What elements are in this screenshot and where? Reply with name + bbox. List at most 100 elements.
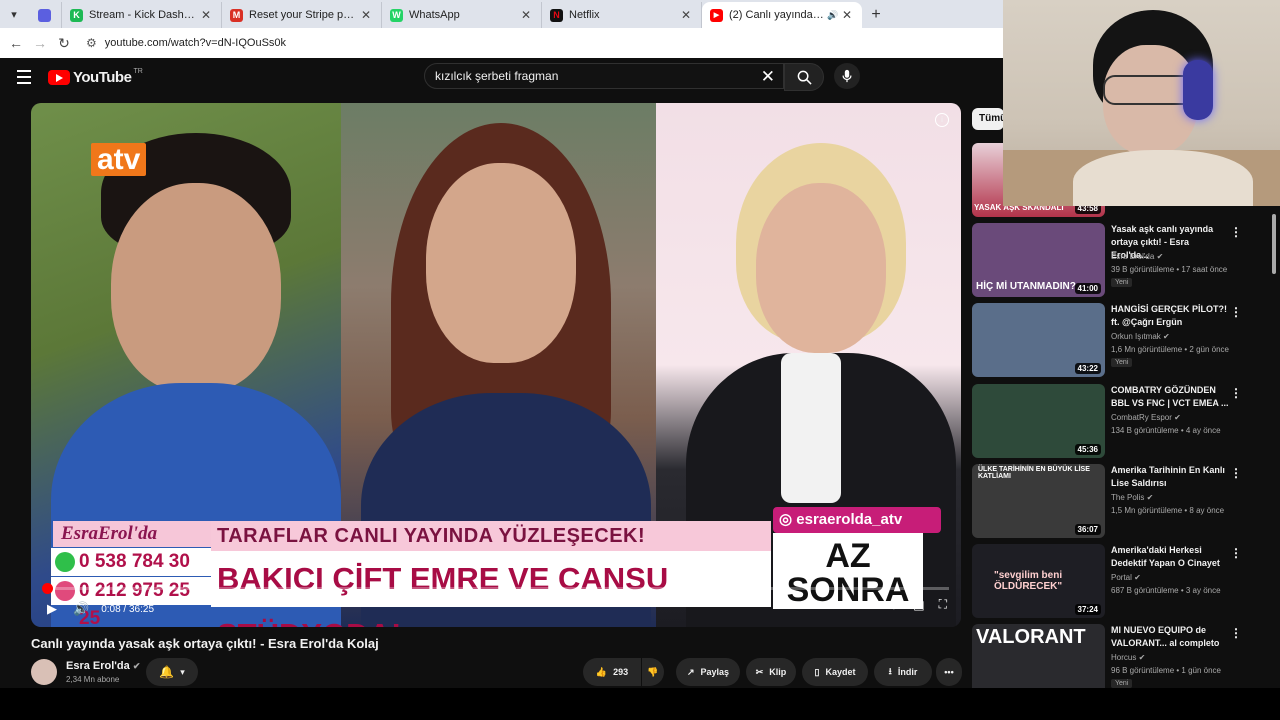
miniplayer-icon[interactable]: ▣: [913, 598, 924, 612]
tab-search-icon[interactable]: ▾: [0, 0, 28, 28]
more-vertical-icon[interactable]: ⋮: [1230, 626, 1242, 640]
close-icon[interactable]: ✕: [840, 8, 854, 22]
kick-icon: K: [70, 8, 83, 22]
tab-gmail[interactable]: M Reset your Stripe password - n ✕: [222, 2, 382, 28]
thumbs-up-icon: 👍: [595, 666, 608, 677]
fullscreen-icon[interactable]: ⛶: [939, 597, 947, 612]
voice-search-button[interactable]: [834, 63, 860, 89]
sidebar-item[interactable]: HİÇ Mİ UTANMADIN? 41:00 Yasak aşk canlı …: [972, 223, 1262, 299]
more-actions-button[interactable]: •••: [936, 658, 962, 686]
app-icon: [38, 8, 51, 22]
youtube-logo[interactable]: YouTube TR: [48, 68, 143, 86]
share-icon: ↗: [686, 666, 695, 677]
share-button[interactable]: ↗ Paylaş: [676, 658, 740, 686]
video-meta: 134 B görüntüleme • 4 ay önce: [1111, 426, 1221, 435]
sidebar-item[interactable]: 45:36 COMBATRY GÖZÜNDEN BBL VS FNC | VCT…: [972, 384, 1262, 460]
video-title[interactable]: HANGİSİ GERÇEK PİLOT?! ft. @Çağrı Ergün: [1111, 303, 1229, 329]
scissors-icon: ✂: [755, 666, 764, 677]
sidebar-item[interactable]: ÜLKE TARİHİNİN EN BÜYÜK LİSE KATLİAMI 36…: [972, 464, 1262, 540]
more-vertical-icon[interactable]: ⋮: [1230, 225, 1242, 239]
gmail-icon: M: [230, 8, 243, 22]
notification-button[interactable]: 🔔 ▾: [146, 658, 198, 686]
autoplay-icon[interactable]: ⏵: [843, 597, 849, 612]
speaker-icon[interactable]: 🔊: [826, 10, 840, 21]
save-button[interactable]: ▯ Kaydet: [802, 658, 868, 686]
reload-icon[interactable]: ↻: [52, 35, 76, 52]
filter-chip-all[interactable]: Tümü: [972, 108, 1004, 130]
video-title[interactable]: Amerika'daki Herkesi Dedektif Yapan O Ci…: [1111, 544, 1229, 570]
video-title[interactable]: Amerika Tarihinin En Kanlı Lise Saldırıs…: [1111, 464, 1229, 490]
video-title: Canlı yayında yasak aşk ortaya çıktı! - …: [31, 636, 379, 651]
progress-bar[interactable]: [42, 583, 949, 594]
dislike-button[interactable]: 👎: [642, 658, 664, 686]
more-vertical-icon[interactable]: ⋮: [1230, 386, 1242, 400]
time-display: 0:08 / 36:25: [101, 603, 155, 615]
close-icon[interactable]: ✕: [359, 8, 373, 22]
tab-whatsapp[interactable]: W WhatsApp ✕: [382, 2, 542, 28]
search-button[interactable]: [784, 63, 824, 91]
whatsapp-icon: [55, 552, 75, 572]
like-button[interactable]: 👍 293: [583, 658, 641, 686]
volume-icon[interactable]: 🔊: [73, 601, 89, 617]
more-vertical-icon[interactable]: ⋮: [1230, 305, 1242, 319]
search-icon: [797, 70, 812, 85]
video-meta: 96 B görüntüleme • 1 gün önce: [1111, 666, 1221, 675]
clip-button[interactable]: ✂ Klip: [746, 658, 796, 686]
banner-show-name: EsraErol'da: [53, 521, 211, 547]
channel-name[interactable]: The Polis ✔: [1111, 493, 1153, 502]
banner-headline: TARAFLAR CANLI YAYINDA YÜZLEŞECEK!: [211, 521, 771, 551]
close-icon[interactable]: ✕: [519, 8, 533, 22]
search-input[interactable]: kızılcık şerbeti fragman ✕: [424, 63, 784, 89]
channel-name[interactable]: Esra Erol'da ✔: [1111, 252, 1163, 261]
verified-icon: ✔: [1146, 493, 1154, 502]
sidebar-item[interactable]: "sevgilim beni ÖLDÜRECEK" 37:24 Amerika'…: [972, 544, 1262, 620]
info-icon[interactable]: i: [935, 113, 949, 127]
channel-avatar[interactable]: [31, 659, 57, 685]
channel-name[interactable]: Esra Erol'da ✔: [66, 660, 140, 672]
sidebar-scrollbar[interactable]: [1270, 206, 1278, 686]
site-settings-icon[interactable]: ⚙: [86, 36, 97, 50]
person-shirt: [781, 353, 841, 503]
forward-icon[interactable]: →: [28, 35, 52, 51]
channel-name[interactable]: Portal ✔: [1111, 573, 1141, 582]
tab-placeholder[interactable]: [28, 2, 62, 28]
youtube-header: YouTube TR kızılcık şerbeti fragman ✕: [0, 58, 1003, 96]
tab-title: Netflix: [569, 9, 600, 21]
settings-icon[interactable]: ⚙: [888, 598, 899, 612]
video-thumbnail[interactable]: HİÇ Mİ UTANMADIN? 41:00: [972, 223, 1105, 297]
video-title[interactable]: MI NUEVO EQUIPO de VALORANT... al comple…: [1111, 624, 1229, 650]
video-thumbnail[interactable]: VALORANT: [972, 624, 1105, 698]
scrubber-handle[interactable]: [42, 583, 53, 594]
scrollbar-thumb[interactable]: [1272, 214, 1276, 274]
video-title[interactable]: COMBATRY GÖZÜNDEN BBL VS FNC | VCT EMEA …: [1111, 384, 1229, 410]
verified-icon: ✔: [1134, 573, 1141, 582]
verified-icon: ✔: [1174, 413, 1181, 422]
channel-name[interactable]: Orkun Işıtmak ✔: [1111, 332, 1170, 341]
channel-name[interactable]: Horcus ✔: [1111, 653, 1145, 662]
more-vertical-icon[interactable]: ⋮: [1230, 546, 1242, 560]
video-thumbnail[interactable]: ÜLKE TARİHİNİN EN BÜYÜK LİSE KATLİAMI 36…: [972, 464, 1105, 538]
close-icon[interactable]: ✕: [199, 8, 213, 22]
menu-icon[interactable]: [17, 70, 31, 88]
more-vertical-icon[interactable]: ⋮: [1230, 466, 1242, 480]
new-tab-button[interactable]: +: [862, 2, 890, 28]
video-player[interactable]: atv i EsraErol'da TARAFLAR CANLI YAYINDA…: [31, 103, 961, 627]
url-field[interactable]: ⚙ youtube.com/watch?v=dN-IQOuSs0k: [86, 31, 286, 55]
back-icon[interactable]: ←: [4, 35, 28, 51]
duration-badge: 36:07: [1074, 524, 1101, 535]
play-icon[interactable]: ▶: [47, 601, 57, 617]
download-button[interactable]: ⭳ İndir: [874, 658, 932, 686]
video-meta: 39 B görüntüleme • 17 saat önce: [1111, 265, 1228, 274]
tab-youtube[interactable]: ▶ (2) Canlı yayında yasak aşk 🔊 ✕: [702, 2, 862, 28]
player-controls: ▶ 🔊 0:08 / 36:25 ⏵ ▭ ⚙ ▣ ⛶: [31, 597, 961, 621]
video-thumbnail[interactable]: "sevgilim beni ÖLDÜRECEK" 37:24: [972, 544, 1105, 618]
video-thumbnail[interactable]: 45:36: [972, 384, 1105, 458]
channel-name[interactable]: CombatRy Espor ✔: [1111, 413, 1181, 422]
close-icon[interactable]: ✕: [679, 8, 693, 22]
subtitles-icon[interactable]: ▭: [863, 598, 874, 612]
video-thumbnail[interactable]: 43:22: [972, 303, 1105, 377]
tab-netflix[interactable]: N Netflix ✕: [542, 2, 702, 28]
tab-kick[interactable]: K Stream - Kick Dashboard ✕: [62, 2, 222, 28]
clear-icon[interactable]: ✕: [761, 67, 775, 87]
sidebar-item[interactable]: 43:22 HANGİSİ GERÇEK PİLOT?! ft. @Çağrı …: [972, 303, 1262, 379]
